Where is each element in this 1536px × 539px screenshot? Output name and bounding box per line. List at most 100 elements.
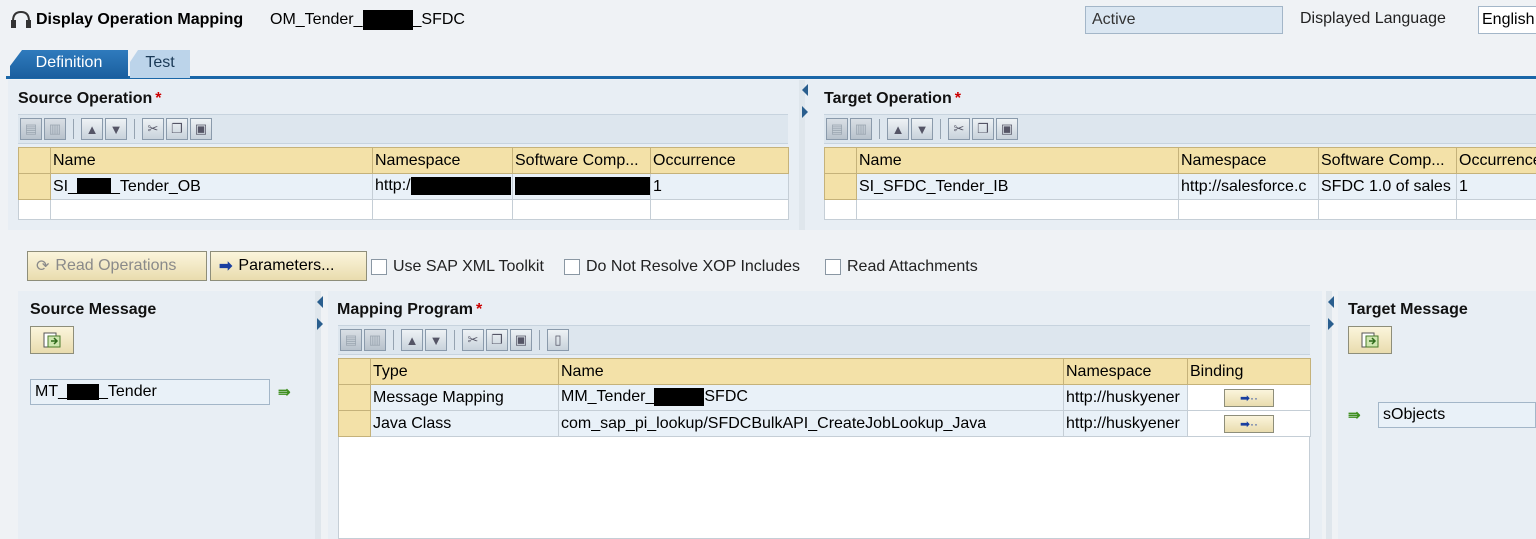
displayed-language-select[interactable]: English — [1478, 6, 1536, 34]
tab-test[interactable]: Test — [130, 50, 190, 78]
type-cell[interactable]: Java Class — [370, 410, 559, 437]
copy-icon[interactable]: ❐ — [486, 329, 508, 351]
insert-row-icon[interactable]: ▤ — [20, 118, 42, 140]
use-sap-xml-toolkit-checkbox[interactable]: Use SAP XML Toolkit — [371, 258, 544, 276]
software-component-cell[interactable]: SFDC 1.0 of sales — [1318, 173, 1457, 200]
namespace-cell[interactable]: http://salesforce.c — [1178, 173, 1319, 200]
column-header[interactable]: Software Comp... — [1318, 147, 1457, 174]
occurrence-cell[interactable]: 1 — [650, 173, 789, 200]
name-cell[interactable]: MM_Tender_ SFDC — [558, 384, 1064, 411]
column-header[interactable]: Name — [50, 147, 373, 174]
collapse-right-icon[interactable] — [317, 318, 323, 330]
move-up-icon[interactable]: ▲ — [81, 118, 103, 140]
collapse-left-icon[interactable] — [1328, 296, 1334, 308]
binding-button[interactable]: ➡·· — [1224, 414, 1274, 433]
source-operation-toolbar: ▤ ▥ ▲ ▼ ✂ ❐ ▣ — [18, 114, 788, 144]
document-icon[interactable]: ▯ — [547, 329, 569, 351]
table-row[interactable]: SI_ _Tender_OB http:/ 1 — [18, 173, 789, 200]
operation-name-cell[interactable]: SI_SFDC_Tender_IB — [856, 173, 1179, 200]
move-up-icon[interactable]: ▲ — [887, 118, 909, 140]
arrow-right-icon: ➡·· — [1239, 416, 1259, 431]
operation-name-cell[interactable]: SI_ _Tender_OB — [50, 173, 373, 200]
table-row[interactable]: Java Class com_sap_pi_lookup/SFDCBulkAPI… — [338, 410, 1311, 437]
row-selector[interactable] — [338, 384, 371, 411]
panel-splitter[interactable] — [799, 80, 805, 230]
cut-icon[interactable]: ✂ — [142, 118, 164, 140]
delete-row-icon[interactable]: ▥ — [850, 118, 872, 140]
column-header[interactable]: Name — [856, 147, 1179, 174]
namespace-cell[interactable]: http://huskyener — [1063, 410, 1188, 437]
read-attachments-checkbox[interactable]: Read Attachments — [825, 258, 978, 276]
namespace-cell[interactable]: http://huskyener — [1063, 384, 1188, 411]
move-down-icon[interactable]: ▼ — [105, 118, 127, 140]
collapse-right-icon[interactable] — [1328, 318, 1334, 330]
mapping-program-title: Mapping Program * — [337, 301, 482, 319]
row-selector-header[interactable] — [18, 147, 51, 174]
row-selector[interactable] — [18, 173, 51, 200]
target-message-title: Target Message — [1348, 301, 1468, 318]
move-up-icon[interactable]: ▲ — [401, 329, 423, 351]
target-operation-title: Target Operation * — [824, 90, 961, 108]
target-message-field[interactable]: sObjects — [1378, 402, 1536, 428]
collapse-left-icon[interactable] — [317, 296, 323, 308]
row-selector-header[interactable] — [824, 147, 857, 174]
object-name-suffix: _SFDC — [412, 11, 465, 29]
paste-icon[interactable]: ▣ — [996, 118, 1018, 140]
delete-row-icon[interactable]: ▥ — [44, 118, 66, 140]
paste-icon[interactable]: ▣ — [510, 329, 532, 351]
column-header[interactable]: Binding — [1187, 358, 1311, 385]
column-header[interactable]: Type — [370, 358, 559, 385]
do-not-resolve-xop-checkbox[interactable]: Do Not Resolve XOP Includes — [564, 258, 800, 276]
table-row[interactable]: Message Mapping MM_Tender_ SFDC http://hu… — [338, 384, 1311, 411]
target-message-open-button[interactable] — [1348, 326, 1392, 354]
type-cell[interactable]: Message Mapping — [370, 384, 559, 411]
column-header[interactable]: Namespace — [1178, 147, 1319, 174]
row-selector[interactable] — [824, 173, 857, 200]
column-header[interactable]: Name — [558, 358, 1064, 385]
namespace-cell[interactable]: http:/ — [372, 173, 513, 200]
cut-icon[interactable]: ✂ — [462, 329, 484, 351]
displayed-language-label: Displayed Language — [1300, 10, 1446, 27]
move-down-icon[interactable]: ▼ — [425, 329, 447, 351]
table-header-row: Name Namespace Software Comp... Occurren… — [18, 147, 789, 174]
redacted-block — [77, 178, 112, 195]
table-row[interactable]: SI_SFDC_Tender_IB http://salesforce.c SF… — [824, 173, 1536, 200]
parameters-button[interactable]: ➡ Parameters... — [210, 251, 367, 281]
software-component-cell[interactable] — [512, 173, 651, 200]
read-operations-button[interactable]: ⟳ Read Operations — [27, 251, 207, 281]
column-header[interactable]: Software Comp... — [512, 147, 651, 174]
copy-icon[interactable]: ❐ — [972, 118, 994, 140]
column-header[interactable]: Namespace — [1063, 358, 1188, 385]
toolbar-separator — [134, 119, 135, 139]
delete-row-icon[interactable]: ▥ — [364, 329, 386, 351]
checkbox-box[interactable] — [371, 259, 387, 275]
cut-icon[interactable]: ✂ — [948, 118, 970, 140]
cell-text: SFDC — [704, 388, 748, 406]
toolbar-separator — [539, 330, 540, 350]
paste-icon[interactable]: ▣ — [190, 118, 212, 140]
collapse-right-icon[interactable] — [802, 106, 808, 118]
copy-icon[interactable]: ❐ — [166, 118, 188, 140]
row-selector[interactable] — [338, 410, 371, 437]
tab-definition[interactable]: Definition — [10, 50, 128, 78]
name-cell[interactable]: com_sap_pi_lookup/SFDCBulkAPI_CreateJobL… — [558, 410, 1064, 437]
mapping-program-toolbar: ▤ ▥ ▲ ▼ ✂ ❐ ▣ ▯ — [338, 325, 1310, 355]
collapse-left-icon[interactable] — [802, 84, 808, 96]
move-down-icon[interactable]: ▼ — [911, 118, 933, 140]
target-link-arrow-icon: ⇛ — [1348, 407, 1361, 424]
source-message-field[interactable]: MT_ _Tender — [30, 379, 270, 405]
column-header[interactable]: Occurrence — [650, 147, 789, 174]
checkbox-box[interactable] — [564, 259, 580, 275]
source-operation-title: Source Operation * — [18, 90, 161, 108]
column-header[interactable]: Namespace — [372, 147, 513, 174]
column-header[interactable]: Occurrence — [1456, 147, 1536, 174]
insert-row-icon[interactable]: ▤ — [340, 329, 362, 351]
source-message-open-button[interactable] — [30, 326, 74, 354]
cell-text: http:/ — [375, 177, 411, 195]
checkbox-box[interactable] — [825, 259, 841, 275]
occurrence-cell[interactable]: 1 — [1456, 173, 1536, 200]
binding-button[interactable]: ➡·· — [1224, 388, 1274, 407]
row-selector-header[interactable] — [338, 358, 371, 385]
insert-row-icon[interactable]: ▤ — [826, 118, 848, 140]
parameters-label: Parameters... — [238, 257, 335, 274]
